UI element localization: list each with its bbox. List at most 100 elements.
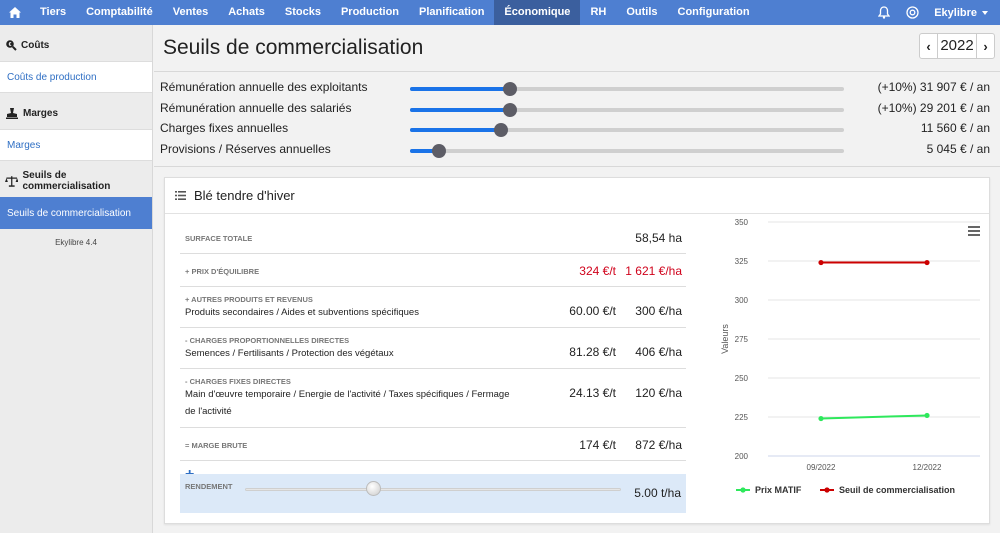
row-value-per-ha: 58,54 ha [635,230,682,245]
data-point [924,259,930,266]
chevron-left-icon[interactable]: ‹ [920,34,937,58]
row-description: Produits secondaires / Aides et subventi… [185,307,419,318]
card-header: Blé tendre d'hiver [165,178,989,214]
nav-comptabilite[interactable]: Comptabilité [76,0,163,25]
row-value-per-ton: 60.00 €/t [569,304,616,318]
y-axis-label: Valeurs [720,324,730,354]
table-row: SURFACE TOTALE 58,54 ha [180,221,686,254]
slider-track[interactable] [410,82,844,96]
rendement-value: 5.00 t/ha [634,486,681,500]
sidebar-item-marges[interactable]: Marges [0,129,152,161]
rendement-slider-track[interactable] [245,488,621,491]
nav-planification[interactable]: Planification [409,0,494,25]
row-caption: = MARGE BRUTE [185,441,248,450]
user-menu[interactable]: Ekylibre [926,7,1000,19]
slider-handle[interactable] [502,82,517,96]
row-value-per-ha: 300 €/ha [635,304,682,318]
nav-tiers[interactable]: Tiers [30,0,76,25]
menu-bar [968,230,980,232]
card-title: Blé tendre d'hiver [194,188,295,203]
parameter-sliders: Rémunération annuelle des exploitants (+1… [160,78,990,160]
sidebar-section-couts: € Coûts [0,29,152,61]
x-tick-label: 12/2022 [913,463,942,472]
row-caption: - CHARGES PROPORTIONNELLES DIRECTES [185,336,350,345]
slider-label: Charges fixes annuelles [160,121,289,135]
row-caption: + AUTRES PRODUITS ET REVENUS [185,295,313,304]
row-description: Main d'œuvre temporaire / Energie de l'a… [185,389,510,417]
slider-track[interactable] [410,102,844,117]
nav-ventes[interactable]: Ventes [163,0,218,25]
page-title: Seuils de commercialisation [163,36,424,59]
rendement-slider-handle[interactable] [365,481,381,496]
legend-marker [824,487,830,493]
slider-track[interactable] [410,123,844,137]
rendement-row: RENDEMENT 5.00 t/ha [180,474,686,513]
chevron-right-icon[interactable]: › [977,34,994,58]
y-tick-label: 350 [735,218,749,227]
legend-label: Seuil de commercialisation [839,485,955,495]
y-tick-label: 275 [735,335,749,344]
row-description: Semences / Fertilisants / Protection des… [185,348,394,359]
home-icon[interactable] [0,0,30,25]
slider-fill [410,107,510,112]
table-row: + PRIX D'ÉQUILIBRE 324 €/t 1 621 €/ha [180,254,686,287]
svg-text:€: € [9,42,12,48]
price-chart: 200 225 250 275 300 325 350 09/2022 12/2022 Valeu… [720,218,980,495]
row-value-per-ton: 24.13 €/t [569,386,616,400]
chevron-down-icon [982,10,988,15]
sidebar-section-title: Seuils de commercialisation [22,170,111,192]
bell-icon[interactable] [870,0,898,25]
y-tick-label: 200 [735,452,749,461]
row-caption: + PRIX D'ÉQUILIBRE [185,267,260,276]
y-tick-label: 300 [735,296,749,305]
rendement-label: RENDEMENT [185,482,233,491]
year-selector: ‹ 2022 › [919,33,995,59]
table-row: + AUTRES PRODUITS ET REVENUS Produits sec… [180,287,686,328]
scale-icon [5,176,19,187]
row-caption: SURFACE TOTALE [185,234,253,243]
y-tick-label: 225 [735,413,749,422]
menu-bar [968,226,980,228]
slider-handle[interactable] [502,102,517,117]
sidebar-section-marges: Marges [0,97,152,129]
chart-menu-icon[interactable] [968,226,980,236]
help-icon[interactable] [898,0,926,25]
nav-production[interactable]: Production [331,0,409,25]
data-point [924,412,930,419]
year-value: 2022 [937,34,977,58]
table-row: - CHARGES FIXES DIRECTES Main d'œuvre tem… [180,369,686,428]
crop-card: Blé tendre d'hiver SURFACE TOTALE 58,54 h… [164,177,990,524]
table-row: - CHARGES PROPORTIONNELLES DIRECTES Semen… [180,328,686,369]
divider [154,71,1000,72]
slider-row: Provisions / Réserves annuelles 5 045 € /… [160,140,990,161]
slider-handle[interactable] [494,123,509,137]
table-row: = MARGE BRUTE 174 €/t 872 €/ha [180,428,686,461]
nav-economique[interactable]: Économique [494,0,581,25]
sidebar-section-title: Marges [23,107,59,119]
nav-achats[interactable]: Achats [218,0,275,25]
slider-value: 5 045 € / an [926,141,990,156]
nav-rh[interactable]: RH [580,0,616,25]
slider-row: Charges fixes annuelles 11 560 € / an [160,119,990,140]
nav-configuration[interactable]: Configuration [668,0,760,25]
stamp-icon [6,108,18,119]
slider-handle[interactable] [431,143,446,158]
economics-table: SURFACE TOTALE 58,54 ha + PRIX D'ÉQUILIBRE… [180,221,686,491]
y-tick-label: 325 [735,257,749,266]
top-navigation: Tiers Comptabilité Ventes Achats Stocks … [0,0,1000,25]
search-money-icon: € [6,40,17,51]
sidebar-item-seuils-de-commercialisation[interactable]: Seuils de commercialisation [0,197,152,229]
slider-value: (+10%) 31 907 € / an [877,80,990,94]
slider-track[interactable] [410,143,844,158]
sidebar-item-couts-de-production[interactable]: Coûts de production [0,61,152,93]
row-value-per-ha: 406 €/ha [635,345,682,359]
nav-outils[interactable]: Outils [616,0,667,25]
row-value-per-ha: 1 621 €/ha [625,263,682,278]
divider [154,166,1000,167]
row-value-per-ton: 324 €/t [579,263,616,278]
legend-label: Prix MATIF [755,485,802,495]
data-point [818,259,824,266]
slider-value: 11 560 € / an [920,121,990,135]
data-point [818,415,824,422]
nav-stocks[interactable]: Stocks [275,0,331,25]
